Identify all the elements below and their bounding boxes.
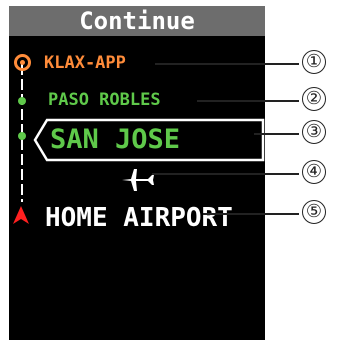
callout-number: ⑤	[302, 200, 326, 224]
callout-leader	[254, 133, 299, 135]
waypoint-label[interactable]: PASO ROBLES	[48, 90, 161, 110]
callout-number: ①	[302, 50, 326, 74]
callout-number: ③	[302, 120, 326, 144]
callout-leader	[155, 63, 299, 65]
page-title: Continue	[9, 6, 265, 36]
airplane-icon	[122, 169, 154, 191]
callout-number: ②	[302, 87, 326, 111]
waypoint-label-active[interactable]: KLAX-APP	[44, 53, 126, 73]
callout-leader	[197, 100, 299, 102]
waypoint-dot-icon	[18, 132, 26, 140]
callout-number: ④	[302, 160, 326, 184]
waypoint-label-destination[interactable]: HOME AIRPORT	[45, 202, 233, 234]
destination-marker-icon	[13, 206, 29, 224]
waypoint-label-selected[interactable]: SAN JOSE	[50, 124, 180, 156]
callout-leader	[203, 213, 299, 215]
waypoint-dot-icon	[18, 97, 26, 105]
active-waypoint-icon	[14, 54, 31, 71]
callout-leader	[152, 173, 299, 175]
